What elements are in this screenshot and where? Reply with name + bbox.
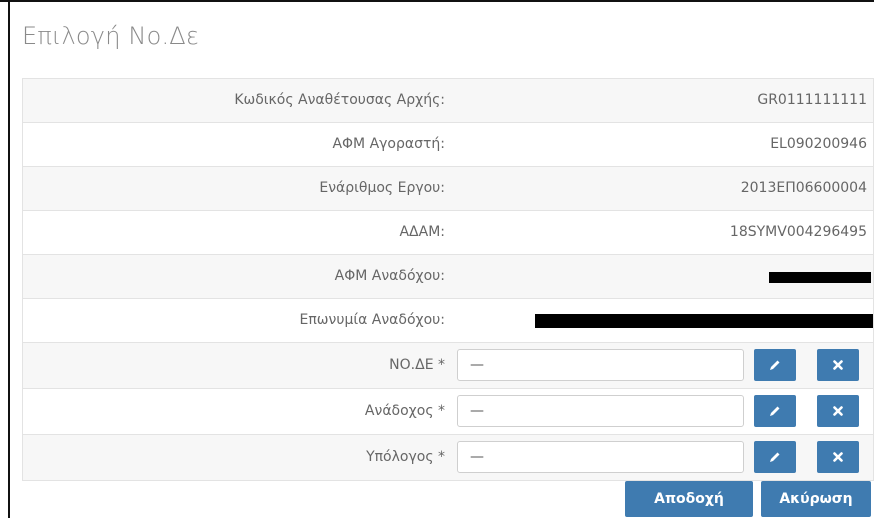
info-row-contractor-name: Επωνυμία Αναδόχου: (23, 299, 873, 343)
accountable-edit-button[interactable] (754, 441, 796, 473)
contractor-vat-label: ΑΦΜ Αναδόχου: (334, 268, 445, 284)
contractor-field[interactable]: — (457, 395, 744, 427)
project-number-label: Ενάριθμος Εργου: (319, 180, 445, 196)
node-clear-button[interactable] (817, 349, 859, 381)
accountable-field[interactable]: — (457, 441, 744, 473)
buyer-vat-label: ΑΦΜ Αγοραστή: (332, 136, 445, 152)
info-row-adam: ΑΔΑΜ: 18SYMV004296495 (23, 211, 873, 255)
authority-code-label: Κωδικός Αναθέτουσας Αρχής: (234, 92, 445, 108)
accountable-clear-button[interactable] (817, 441, 859, 473)
adam-value: 18SYMV004296495 (729, 224, 867, 240)
contractor-name-label: Επωνυμία Αναδόχου: (299, 312, 445, 328)
input-row-node: ΝΟ.ΔΕ * — (23, 343, 873, 389)
info-row-contractor-vat: ΑΦΜ Αναδόχου: (23, 255, 873, 299)
accountable-label: Υπόλογος * (366, 449, 445, 465)
buyer-vat-value: EL090200946 (770, 136, 867, 152)
contractor-clear-button[interactable] (817, 395, 859, 427)
contractor-label: Ανάδοχος * (364, 403, 445, 419)
contractor-edit-button[interactable] (754, 395, 796, 427)
close-icon (833, 360, 843, 370)
details-table: Κωδικός Αναθέτουσας Αρχής: GR0111111111 … (22, 78, 874, 481)
close-icon (833, 452, 843, 462)
pencil-icon (770, 452, 780, 462)
accept-button[interactable]: Αποδοχή (625, 481, 753, 517)
info-row-authority-code: Κωδικός Αναθέτουσας Αρχής: GR0111111111 (23, 79, 873, 123)
dialog-title: Επιλογή Νο.Δε (22, 22, 200, 50)
project-number-value: 2013ΕΠ06600004 (740, 180, 867, 196)
window-frame-left (8, 0, 10, 518)
window-frame-top (0, 0, 874, 2)
close-icon (833, 406, 843, 416)
authority-code-value: GR0111111111 (757, 92, 867, 108)
redaction-bar (535, 314, 873, 328)
info-row-buyer-vat: ΑΦΜ Αγοραστή: EL090200946 (23, 123, 873, 167)
node-edit-button[interactable] (754, 349, 796, 381)
node-label: ΝΟ.ΔΕ * (389, 357, 445, 373)
info-row-project-number: Ενάριθμος Εργου: 2013ΕΠ06600004 (23, 167, 873, 211)
redaction-bar (769, 272, 871, 283)
node-field[interactable]: — (457, 349, 744, 381)
pencil-icon (770, 406, 780, 416)
input-row-accountable: Υπόλογος * — (23, 435, 873, 481)
input-row-contractor: Ανάδοχος * — (23, 389, 873, 435)
adam-label: ΑΔΑΜ: (399, 224, 445, 240)
pencil-icon (770, 360, 780, 370)
cancel-button[interactable]: Ακύρωση (761, 481, 871, 517)
